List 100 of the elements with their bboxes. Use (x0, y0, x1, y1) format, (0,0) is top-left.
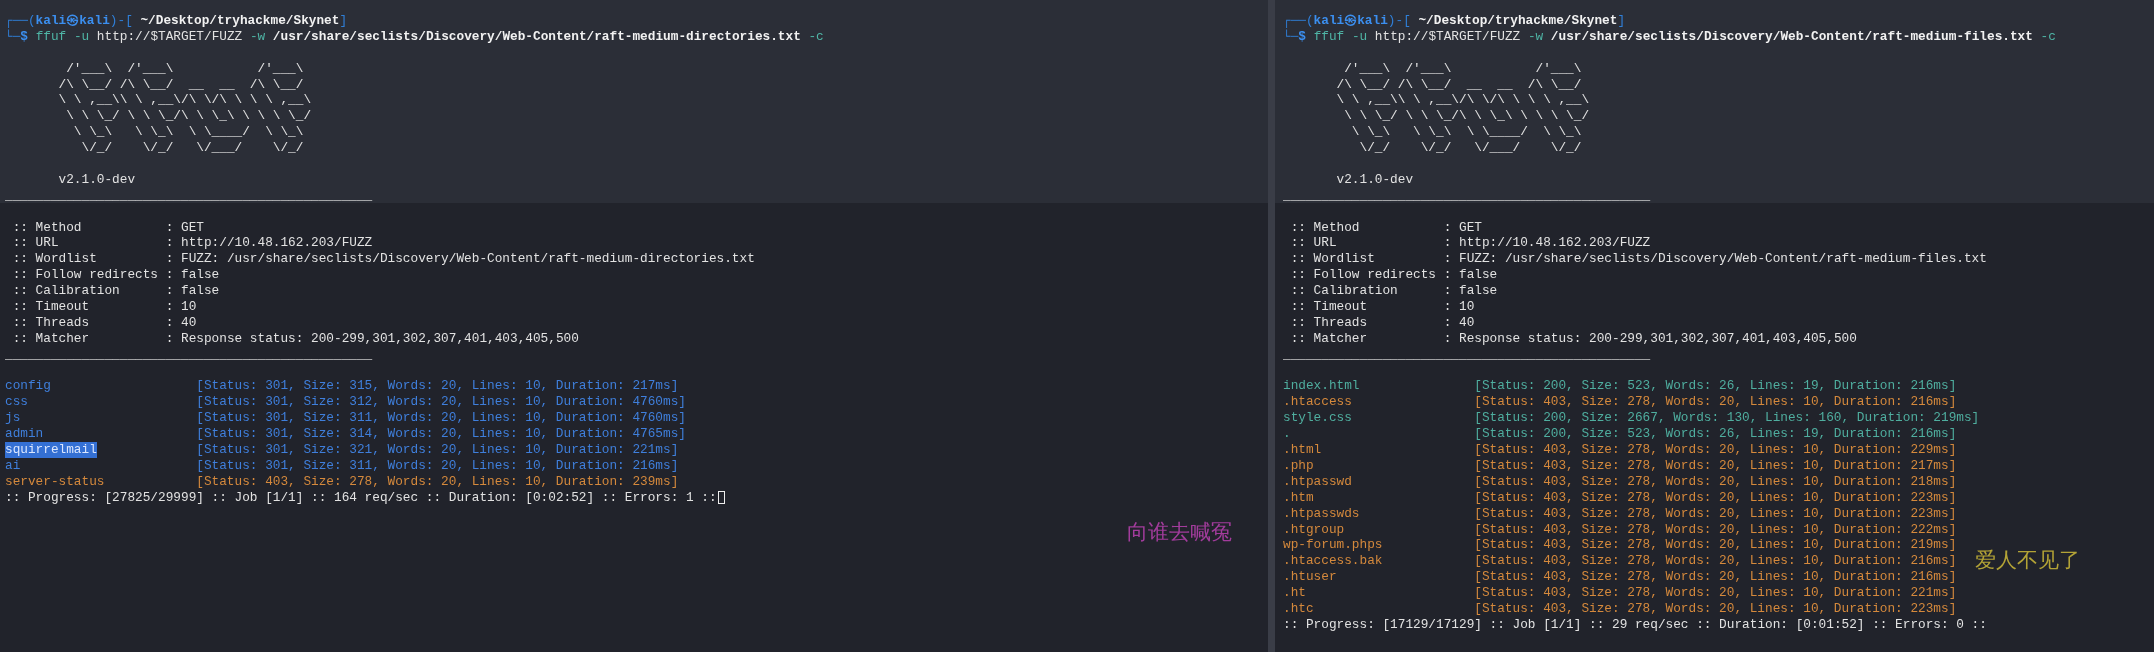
result-path: .htaccess.bak (1283, 553, 1383, 570)
ascii-art-line: /'___\ /'___\ /'___\ (1343, 60, 1582, 76)
result-path: index.html (1283, 378, 1360, 395)
ascii-art-line: \ \ ,__\\ \ ,__\/\ \/\ \ \ \ ,__\ (57, 92, 312, 108)
result-path: .htaccess (1283, 394, 1352, 411)
result-status: [Status: 301, Size: 311, Words: 20, Lines: 10, Duration: 216ms] (196, 457, 679, 474)
result-path: .php (1283, 457, 1314, 474)
path-text: ~/Desktop/tryhackme/Skynet (1418, 13, 1618, 28)
result-status: [Status: 301, Size: 321, Words: 20, Lines: 10, Duration: 221ms] (196, 442, 679, 458)
setting-line: :: Threads : 40 (11, 314, 197, 330)
prompt-frame: └─ (1283, 28, 1299, 44)
result-path: . (1283, 426, 1291, 443)
result-path: server-status (5, 473, 105, 490)
result-status: [Status: 301, Size: 311, Words: 20, Lines: 10, Duration: 4760ms] (196, 410, 686, 427)
prompt-frame: ┌──( (5, 13, 36, 28)
version-text: v2.1.0-dev (1335, 171, 1414, 187)
result-path: .html (1283, 442, 1322, 458)
setting-line: :: Method : GET (11, 219, 204, 235)
result-status: [Status: 301, Size: 314, Words: 20, Lines: 10, Duration: 4765ms] (196, 426, 686, 443)
prompt-frame: ] (339, 13, 348, 28)
setting-line: :: Matcher : Response status: 200-299,301,302,307,401,403,405,500 (11, 330, 579, 346)
setting-line: :: Wordlist : FUZZ: /usr/share/seclists/Discovery/Web-Content/raft-medium-directories.txt (11, 251, 755, 267)
ascii-art-line: \/_/ \/_/ \/___/ \/_/ (80, 140, 304, 156)
result-status: [Status: 403, Size: 278, Words: 20, Lines: 10, Duration: 216ms] (1474, 394, 1957, 411)
result-path: .htm (1283, 489, 1314, 506)
result-status: [Status: 403, Size: 278, Words: 20, Lines: 10, Duration: 222ms] (1474, 521, 1957, 538)
setting-line: :: Wordlist : FUZZ: /usr/share/seclists/Discovery/Web-Content/raft-medium-files.txt (1289, 251, 1987, 267)
flag-text: -c (2040, 28, 2056, 44)
result-path: style.css (1283, 410, 1352, 427)
setting-line: :: Timeout : 10 (11, 299, 197, 315)
flag-text: -c (808, 28, 824, 44)
prompt-user: kali㉿kali (35, 13, 110, 28)
result-path: .ht (1283, 585, 1306, 601)
ascii-art-line: /\ \__/ /\ \__/ __ __ /\ \__/ (1335, 76, 1582, 92)
result-status: [Status: 403, Size: 278, Words: 20, Lines: 10, Duration: 219ms] (1474, 537, 1957, 554)
result-path: squirrelmail (5, 442, 97, 458)
result-status: [Status: 301, Size: 312, Words: 20, Lines: 10, Duration: 4760ms] (196, 394, 686, 411)
result-status: [Status: 403, Size: 278, Words: 20, Lines: 10, Duration: 221ms] (1474, 585, 1957, 601)
separator-line: ________________________________________________ (1283, 187, 1651, 203)
separator-line: ________________________________________________ (5, 187, 373, 203)
prompt-frame: )-[ (109, 13, 133, 28)
setting-line: :: Method : GET (1289, 219, 1482, 235)
result-path: js (5, 410, 21, 427)
progress-line: :: Progress: [17129/17129] :: Job [1/1] :: 29 req/sec :: Duration: [0:01:52] :: Errors: 0 :: (1283, 616, 1987, 632)
result-status: [Status: 403, Size: 278, Words: 20, Lines: 10, Duration: 216ms] (1474, 553, 1957, 570)
ascii-art-line: /\ \__/ /\ \__/ __ __ /\ \__/ (57, 76, 304, 92)
lyrics-text: 爱人不见了 (1975, 549, 2080, 573)
prompt-frame: ┌──( (1283, 13, 1314, 28)
version-text: v2.1.0-dev (57, 171, 136, 187)
path-text: ~/Desktop/tryhackme/Skynet (140, 13, 340, 28)
result-path: .htpasswds (1283, 505, 1360, 522)
setting-line: :: Follow redirects : false (11, 267, 220, 283)
flag-text: -w (249, 28, 266, 44)
setting-line: :: Timeout : 10 (1289, 299, 1475, 315)
ascii-art-line: \ \ \_/ \ \ \_/\ \ \_\ \ \ \ \_/ (1343, 108, 1590, 124)
result-status: [Status: 200, Size: 523, Words: 26, Lines: 19, Duration: 216ms] (1474, 426, 1957, 443)
result-path: .htuser (1283, 569, 1337, 586)
setting-line: :: Matcher : Response status: 200-299,301,302,307,401,403,405,500 (1289, 330, 1857, 346)
ascii-art-line: \ \ ,__\\ \ ,__\/\ \/\ \ \ \ ,__\ (1335, 92, 1590, 108)
result-status: [Status: 301, Size: 315, Words: 20, Lines: 10, Duration: 217ms] (196, 378, 679, 395)
setting-line: :: URL : http://10.48.162.203/FUZZ (11, 235, 373, 251)
setting-line: :: Calibration : false (11, 283, 220, 299)
setting-line: :: Follow redirects : false (1289, 267, 1498, 283)
result-path: .htc (1283, 600, 1314, 617)
ascii-art-line: \/_/ \/_/ \/___/ \/_/ (1358, 140, 1582, 156)
ascii-art-line: /'___\ /'___\ /'___\ (65, 60, 304, 76)
result-status: [Status: 403, Size: 278, Words: 20, Lines: 10, Duration: 216ms] (1474, 569, 1957, 586)
path-text: /usr/share/seclists/Discovery/Web-Content/raft-medium-files.txt (1550, 28, 2033, 44)
prompt-user: $ (20, 28, 28, 44)
prompt-frame: └─ (5, 28, 21, 44)
ascii-art-line: \ \_\ \ \_\ \ \____/ \ \_\ (1350, 124, 1582, 140)
command-text: ffuf (35, 28, 67, 44)
prompt-frame: )-[ (1387, 13, 1411, 28)
ascii-art-line: \ \_\ \ \_\ \ \____/ \ \_\ (72, 124, 304, 140)
result-status: [Status: 403, Size: 278, Words: 20, Lines: 10, Duration: 218ms] (1474, 473, 1957, 490)
result-status: [Status: 200, Size: 523, Words: 26, Lines: 19, Duration: 216ms] (1474, 378, 1957, 395)
progress-line: :: Progress: [27825/29999] :: Job [1/1] :: 164 req/sec :: Duration: [0:02:52] :: Errors: 1 :: (5, 489, 717, 505)
flag-text: -u (1351, 28, 1368, 44)
result-status: [Status: 200, Size: 2667, Words: 130, Lines: 160, Duration: 219ms] (1474, 410, 1980, 427)
url-text: http://$TARGET/FUZZ (1374, 28, 1521, 44)
result-path: admin (5, 426, 44, 443)
ascii-art-line: \ \ \_/ \ \ \_/\ \ \_\ \ \ \ \_/ (65, 108, 312, 124)
separator-line: ________________________________________________ (1283, 346, 1651, 362)
prompt-frame: ] (1617, 13, 1626, 28)
result-path: ai (5, 457, 21, 474)
path-text: /usr/share/seclists/Discovery/Web-Content/raft-medium-directories.txt (272, 28, 801, 44)
result-status: [Status: 403, Size: 278, Words: 20, Lines: 10, Duration: 223ms] (1474, 489, 1957, 506)
separator-line: ________________________________________________ (5, 346, 373, 362)
flag-text: -w (1527, 28, 1544, 44)
prompt-user: kali㉿kali (1313, 13, 1388, 28)
url-text: http://$TARGET/FUZZ (96, 28, 243, 44)
result-path: config (5, 378, 51, 395)
setting-line: :: Calibration : false (1289, 283, 1498, 299)
lyrics-text: 向谁去喊冤 (1127, 521, 1232, 545)
result-status: [Status: 403, Size: 278, Words: 20, Lines: 10, Duration: 223ms] (1474, 505, 1957, 522)
result-status: [Status: 403, Size: 278, Words: 20, Lines: 10, Duration: 217ms] (1474, 457, 1957, 474)
setting-line: :: URL : http://10.48.162.203/FUZZ (1289, 235, 1651, 251)
result-path: wp-forum.phps (1283, 537, 1383, 554)
command-text: ffuf (1313, 28, 1345, 44)
result-status: [Status: 403, Size: 278, Words: 20, Lines: 10, Duration: 223ms] (1474, 600, 1957, 617)
